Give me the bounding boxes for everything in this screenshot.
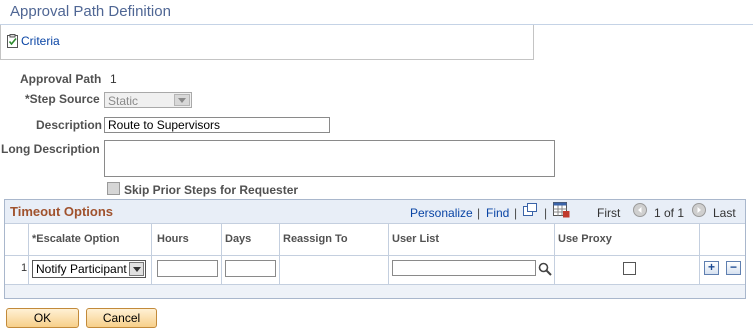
use-proxy-checkbox[interactable]	[623, 262, 636, 275]
row-range: 1 of 1	[654, 206, 685, 220]
column-header-reassign-to: Reassign To	[283, 233, 348, 245]
nav-separator: |	[477, 206, 481, 220]
escalate-option-value: Notify Participant	[36, 262, 127, 276]
skip-prior-label: Skip Prior Steps for Requester	[124, 183, 299, 197]
column-divider	[28, 224, 29, 284]
ok-button[interactable]: OK	[6, 308, 79, 328]
page-title: Approval Path Definition	[10, 3, 171, 20]
next-arrow-icon	[692, 203, 706, 220]
last-label: Last	[713, 206, 736, 220]
criteria-panel: Criteria	[0, 25, 534, 60]
row-number: 1	[21, 262, 28, 274]
column-header-user-list: User List	[392, 233, 440, 245]
cancel-button[interactable]: Cancel	[86, 308, 157, 328]
step-source-select: Static	[104, 92, 192, 108]
criteria-link[interactable]: Criteria	[21, 34, 60, 48]
row-divider	[5, 255, 745, 256]
chevron-down-icon	[174, 94, 190, 106]
column-divider	[554, 224, 555, 284]
column-header-days: Days	[225, 233, 252, 245]
previous-arrow-icon	[633, 203, 647, 220]
download-spreadsheet-icon[interactable]	[553, 202, 570, 221]
view-all-icon[interactable]	[523, 203, 537, 219]
grid-footer	[5, 285, 745, 298]
hours-input[interactable]	[157, 260, 218, 277]
column-header-use-proxy: Use Proxy	[558, 233, 612, 245]
column-divider	[388, 224, 389, 284]
step-source-value: Static	[108, 94, 139, 108]
column-divider	[221, 224, 222, 284]
grid-title: Timeout Options	[10, 204, 114, 219]
user-list-input[interactable]	[392, 260, 536, 276]
description-input[interactable]: Route to Supervisors	[104, 117, 330, 133]
skip-prior-checkbox[interactable]	[107, 182, 120, 195]
approval-path-label: Approval Path	[20, 72, 102, 86]
timeout-options-grid: Timeout Options Personalize | Find | | F…	[4, 199, 746, 299]
nav-separator: |	[544, 206, 548, 220]
grid-header-bar: Timeout Options Personalize | Find | | F…	[5, 200, 745, 224]
escalate-option-select[interactable]: Notify Participant	[32, 260, 146, 278]
approval-path-value: 1	[110, 72, 117, 86]
column-divider	[699, 224, 700, 284]
long-description-textarea[interactable]	[104, 140, 555, 177]
description-label: Description	[36, 118, 103, 132]
add-row-button[interactable]: +	[704, 261, 719, 275]
nav-separator: |	[514, 206, 518, 220]
long-description-label: Long Description	[1, 142, 100, 156]
chevron-down-icon	[129, 262, 144, 276]
column-header-escalate-option: *Escalate Option	[32, 233, 120, 245]
delete-row-button[interactable]: −	[726, 261, 741, 275]
find-link[interactable]: Find	[486, 206, 509, 220]
column-divider	[151, 224, 152, 284]
column-header-hours: Hours	[157, 233, 189, 245]
step-source-label: *Step Source	[25, 92, 100, 106]
days-input[interactable]	[225, 260, 276, 277]
first-label: First	[597, 206, 621, 220]
personalize-link[interactable]: Personalize	[410, 206, 473, 220]
search-icon[interactable]	[538, 262, 552, 279]
column-divider	[279, 224, 280, 284]
criteria-icon[interactable]	[6, 34, 20, 49]
